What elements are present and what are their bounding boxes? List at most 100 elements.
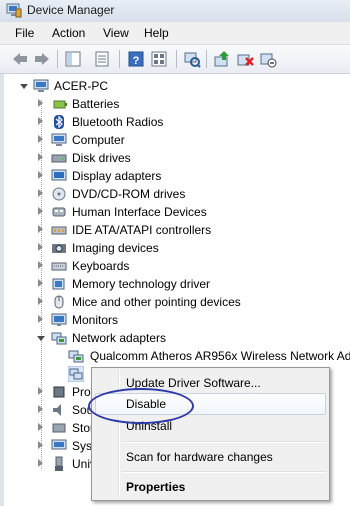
toolbar-separator bbox=[206, 50, 207, 68]
collapse-arrow-icon[interactable] bbox=[37, 336, 45, 341]
properties-menu-item[interactable]: Properties bbox=[126, 480, 185, 494]
tree-item-label: IDE ATA/ATAPI controllers bbox=[72, 223, 212, 237]
tree-item-label: Disk drives bbox=[72, 151, 131, 165]
menu-help[interactable]: Help bbox=[144, 26, 169, 40]
toolbar-separator bbox=[57, 50, 58, 68]
monitor-icon bbox=[51, 312, 67, 328]
tree-item-label: Display adapters bbox=[72, 169, 162, 183]
menu-bar: File Action View Help bbox=[0, 22, 350, 45]
ide-controller-icon bbox=[51, 222, 67, 238]
tree-item-batteries[interactable]: Batteries bbox=[0, 95, 350, 113]
tree-item-label: Batteries bbox=[72, 97, 120, 111]
tree-item-label: Computer bbox=[72, 133, 125, 147]
expand-arrow-icon[interactable] bbox=[38, 405, 43, 413]
toolbar-separator bbox=[119, 50, 120, 68]
tree-item-label: Bluetooth Radios bbox=[72, 115, 164, 129]
memory-icon bbox=[51, 276, 67, 292]
tree-item-ide[interactable]: IDE ATA/ATAPI controllers bbox=[0, 221, 350, 239]
mouse-icon bbox=[51, 294, 67, 310]
disable-icon[interactable] bbox=[259, 50, 277, 68]
bluetooth-icon bbox=[51, 114, 67, 130]
toolbar-separator bbox=[176, 50, 177, 68]
toolbar: ? bbox=[0, 45, 350, 74]
show-hide-tree-icon[interactable] bbox=[64, 50, 82, 68]
properties-icon[interactable] bbox=[93, 50, 111, 68]
computer-icon bbox=[33, 78, 49, 94]
display-adapter-icon bbox=[51, 168, 67, 184]
annotation-oval bbox=[88, 388, 194, 424]
view-icon[interactable] bbox=[150, 50, 168, 68]
disk-drive-icon bbox=[51, 150, 67, 166]
tree-item-display-adapters[interactable]: Display adapters bbox=[0, 167, 350, 185]
expand-arrow-icon[interactable] bbox=[38, 423, 43, 431]
device-manager-icon bbox=[6, 3, 22, 18]
expand-arrow-icon[interactable] bbox=[38, 441, 43, 449]
tree-item-label: Pro bbox=[72, 385, 91, 399]
menu-separator bbox=[122, 471, 326, 473]
tree-item-disk-drives[interactable]: Disk drives bbox=[0, 149, 350, 167]
expand-arrow-icon[interactable] bbox=[38, 135, 43, 143]
expand-arrow-icon[interactable] bbox=[38, 225, 43, 233]
expand-arrow-icon[interactable] bbox=[38, 171, 43, 179]
menu-separator bbox=[122, 441, 326, 443]
menu-file[interactable]: File bbox=[15, 26, 34, 40]
battery-icon bbox=[51, 96, 67, 112]
tree-item-dvd-cdrom[interactable]: DVD/CD-ROM drives bbox=[0, 185, 350, 203]
update-driver-icon[interactable] bbox=[213, 50, 231, 68]
tree-item-monitors[interactable]: Monitors bbox=[0, 311, 350, 329]
expand-arrow-icon[interactable] bbox=[38, 261, 43, 269]
collapse-arrow-icon[interactable] bbox=[20, 84, 28, 89]
expand-arrow-icon[interactable] bbox=[38, 279, 43, 287]
network-adapter-icon bbox=[68, 348, 84, 364]
expand-arrow-icon[interactable] bbox=[38, 297, 43, 305]
expand-arrow-icon[interactable] bbox=[38, 387, 43, 395]
expand-arrow-icon[interactable] bbox=[38, 189, 43, 197]
expand-arrow-icon[interactable] bbox=[38, 315, 43, 323]
expand-arrow-icon[interactable] bbox=[38, 459, 43, 467]
context-menu: Update Driver Software... Disable Uninst… bbox=[91, 367, 330, 501]
tree-item-bluetooth[interactable]: Bluetooth Radios bbox=[0, 113, 350, 131]
tree-item-qualcomm-adapter[interactable]: Qualcomm Atheros AR956x Wireless Network… bbox=[0, 347, 350, 365]
tree-item-computer[interactable]: Computer bbox=[0, 131, 350, 149]
scan-hardware-menu-item[interactable]: Scan for hardware changes bbox=[126, 450, 273, 464]
expand-arrow-icon[interactable] bbox=[38, 153, 43, 161]
tree-item-label: DVD/CD-ROM drives bbox=[72, 187, 186, 201]
tree-item-label: Network adapters bbox=[72, 331, 167, 345]
tree-item-label: Human Interface Devices bbox=[72, 205, 207, 219]
tree-item-imaging[interactable]: Imaging devices bbox=[0, 239, 350, 257]
tree-item-label: Qualcomm Atheros AR956x Wireless Network… bbox=[90, 349, 350, 363]
expand-arrow-icon[interactable] bbox=[38, 207, 43, 215]
forward-arrow-icon[interactable] bbox=[33, 50, 51, 68]
menu-action[interactable]: Action bbox=[52, 26, 85, 40]
tree-item-label: Memory technology driver bbox=[72, 277, 211, 291]
system-icon bbox=[51, 438, 67, 454]
network-adapter-icon bbox=[67, 365, 85, 383]
window-title: Device Manager bbox=[27, 3, 115, 17]
tree-item-label: Imaging devices bbox=[72, 241, 159, 255]
tree-item-hid[interactable]: Human Interface Devices bbox=[0, 203, 350, 221]
speaker-icon bbox=[51, 402, 67, 418]
tree-item-network-adapters[interactable]: Network adapters bbox=[0, 329, 350, 347]
computer-icon bbox=[51, 132, 67, 148]
tree-root-label: ACER-PC bbox=[54, 79, 109, 93]
processor-icon bbox=[51, 384, 67, 400]
svg-text:?: ? bbox=[133, 55, 140, 67]
uninstall-icon[interactable] bbox=[236, 50, 254, 68]
tree-item-label: Monitors bbox=[72, 313, 119, 327]
keyboard-icon bbox=[51, 258, 67, 274]
usb-icon bbox=[51, 456, 67, 472]
tree-item-keyboards[interactable]: Keyboards bbox=[0, 257, 350, 275]
expand-arrow-icon[interactable] bbox=[38, 117, 43, 125]
scan-hardware-icon[interactable] bbox=[183, 50, 201, 68]
help-icon[interactable]: ? bbox=[127, 50, 145, 68]
tree-item-memory[interactable]: Memory technology driver bbox=[0, 275, 350, 293]
title-bar: Device Manager bbox=[0, 0, 350, 23]
tree-root-row[interactable]: ACER-PC bbox=[0, 77, 350, 95]
tree-item-mice[interactable]: Mice and other pointing devices bbox=[0, 293, 350, 311]
camera-icon bbox=[51, 240, 67, 256]
tree-item-label: Keyboards bbox=[72, 259, 130, 273]
expand-arrow-icon[interactable] bbox=[38, 243, 43, 251]
menu-view[interactable]: View bbox=[103, 26, 129, 40]
expand-arrow-icon[interactable] bbox=[38, 99, 43, 107]
back-arrow-icon[interactable] bbox=[11, 50, 29, 68]
